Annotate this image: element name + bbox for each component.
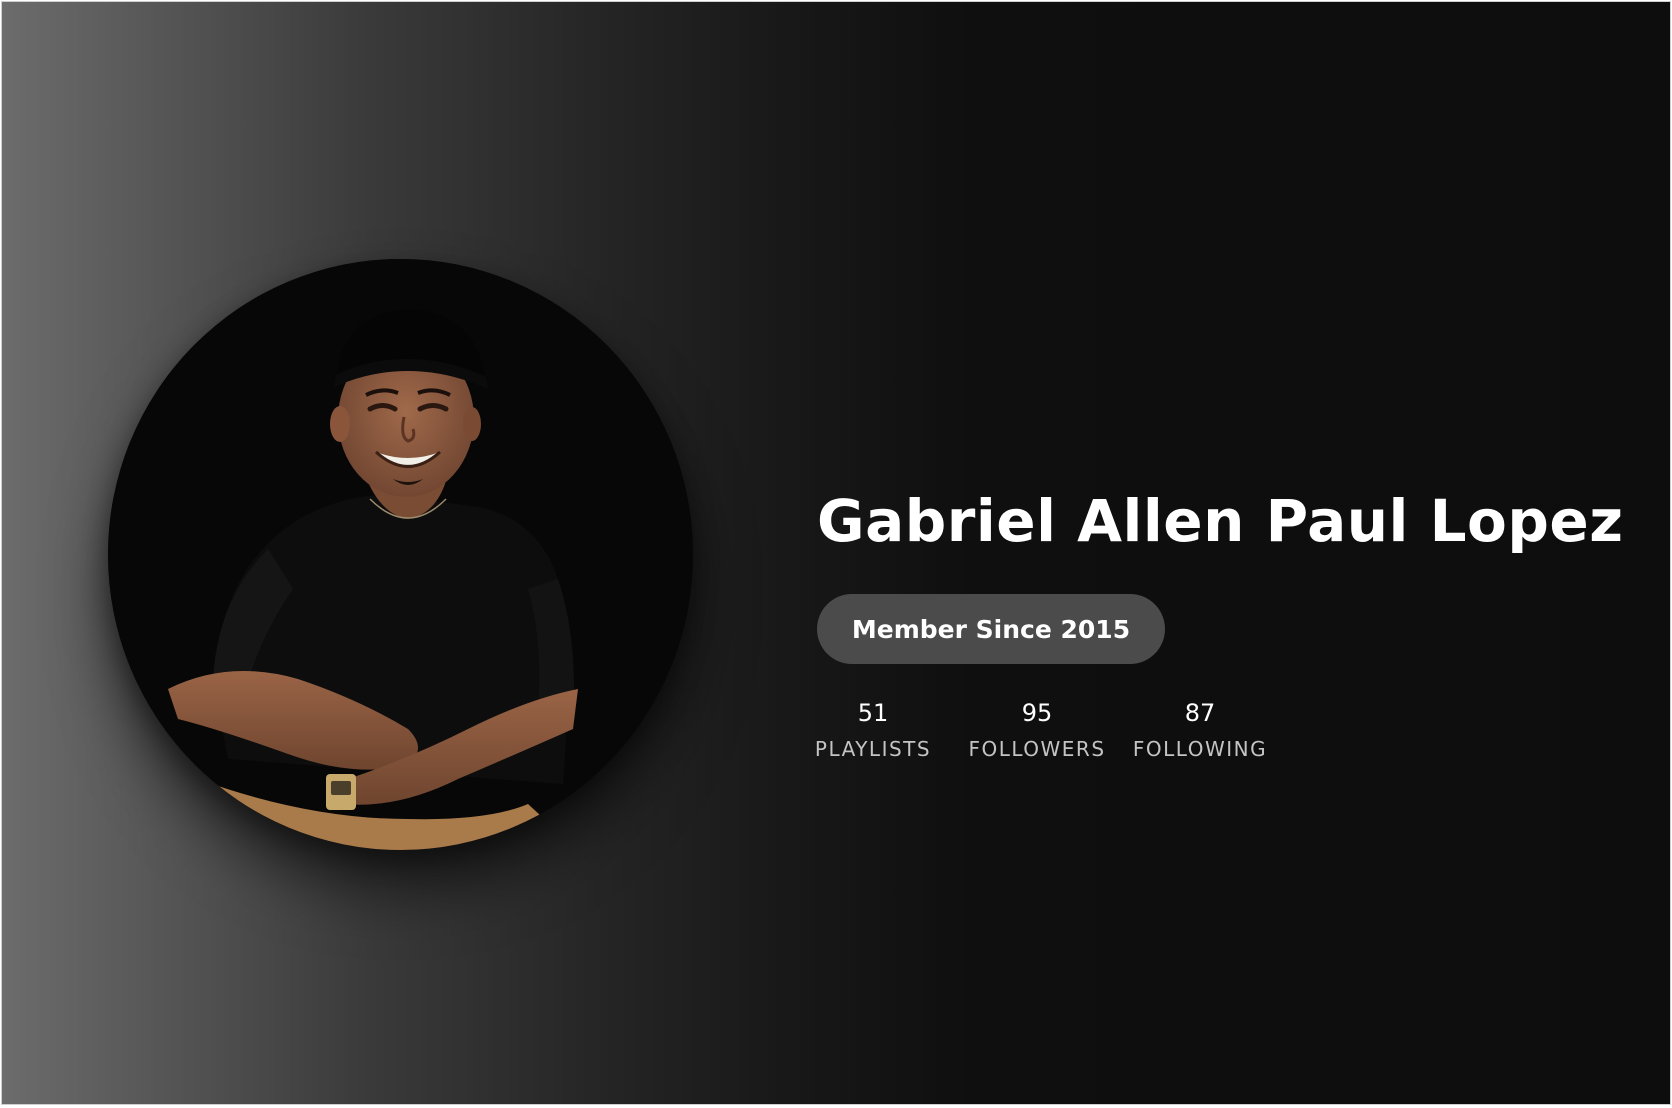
stat-followers[interactable]: 95 FOLLOWERS — [962, 699, 1112, 761]
followers-count: 95 — [1021, 699, 1053, 727]
stat-playlists[interactable]: 51 PLAYLISTS — [814, 699, 932, 761]
profile-page: Gabriel Allen Paul Lopez Member Since 20… — [1, 1, 1671, 1105]
playlists-count: 51 — [857, 699, 889, 727]
stat-following[interactable]: 87 FOLLOWING — [1130, 699, 1270, 761]
profile-avatar — [108, 259, 693, 850]
profile-name: Gabriel Allen Paul Lopez — [817, 487, 1624, 555]
following-label: FOLLOWING — [1132, 737, 1268, 761]
person-photo-icon — [108, 259, 693, 850]
followers-label: FOLLOWERS — [968, 737, 1106, 761]
following-count: 87 — [1184, 699, 1216, 727]
playlists-label: PLAYLISTS — [814, 737, 932, 761]
member-since-badge: Member Since 2015 — [817, 594, 1165, 664]
profile-stats: 51 PLAYLISTS 95 FOLLOWERS 87 FOLLOWING — [814, 699, 1270, 761]
